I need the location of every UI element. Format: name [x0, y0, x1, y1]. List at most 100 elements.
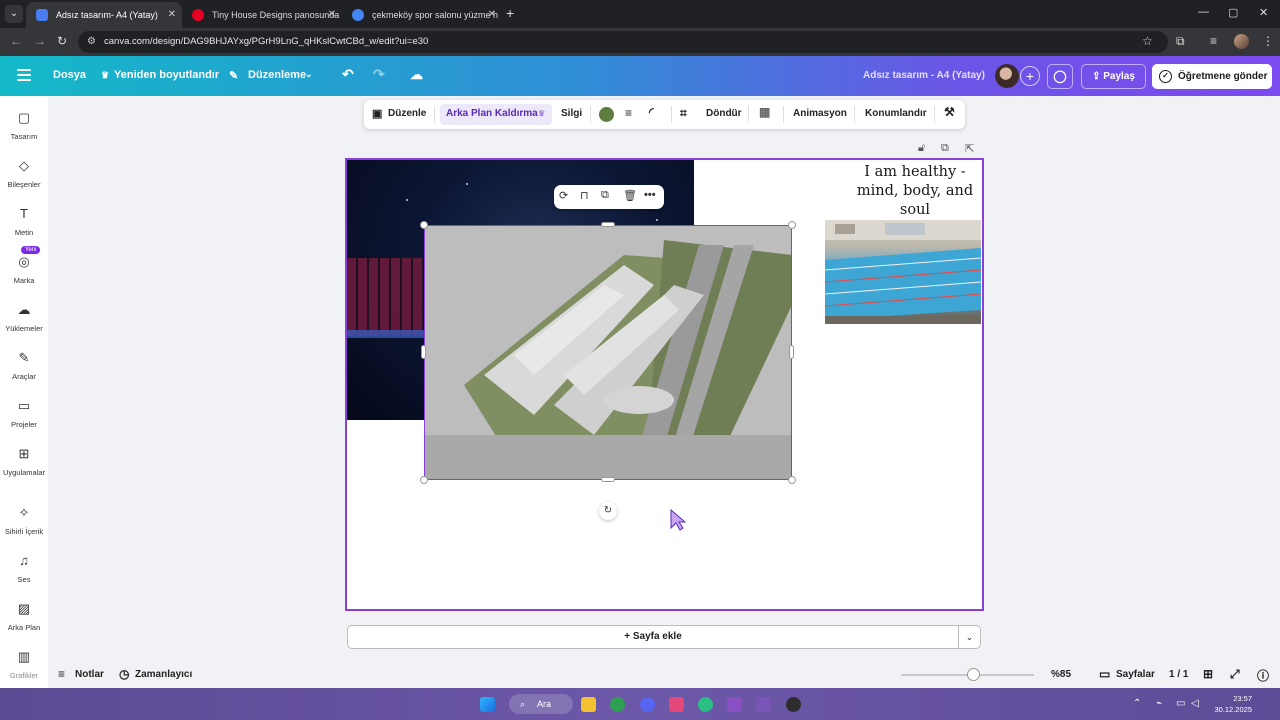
corner-rounding-icon[interactable]: ◜	[649, 105, 654, 119]
app-icon[interactable]	[786, 697, 801, 712]
sidebar-item-pen[interactable]: ✎ Araçlar	[0, 350, 48, 381]
timer-icon[interactable]: ◷	[119, 667, 129, 681]
zoom-percentage[interactable]: %85	[1051, 669, 1071, 680]
maximize-button[interactable]: ▢	[1228, 6, 1238, 19]
sidebar-item-text[interactable]: T Metin	[0, 206, 48, 237]
animate-button[interactable]: Animasyon	[793, 108, 847, 119]
lock-page-icon[interactable]: 🔓︎	[918, 142, 925, 155]
system-clock[interactable]: 23:57 30.12.2025	[1208, 693, 1252, 715]
pages-button[interactable]: Sayfalar	[1116, 669, 1155, 680]
add-page-button[interactable]: + Sayfa ekle	[347, 625, 959, 649]
grid-view-icon[interactable]: ⊞	[1203, 667, 1213, 681]
resize-handle-bottom-left[interactable]	[420, 476, 428, 484]
taskbar-search[interactable]: ⌕ Ara	[509, 694, 573, 714]
more-options-icon[interactable]: •••	[644, 189, 656, 201]
sidebar-item-charts[interactable]: ▥ Grafikler	[0, 649, 48, 680]
resize-handle-top-left[interactable]	[420, 221, 428, 229]
add-page-dropdown-icon[interactable]: ⌄	[958, 625, 981, 649]
resize-handle-bottom-right[interactable]	[788, 476, 796, 484]
app-icon[interactable]	[698, 697, 713, 712]
browser-tab-pinterest[interactable]: Tiny House Designs panosunda ✕	[182, 2, 342, 28]
resize-button[interactable]: Yeniden boyutlandır	[114, 69, 219, 81]
add-page-above-icon[interactable]: ⇱	[965, 142, 974, 155]
app-icon[interactable]	[669, 697, 684, 712]
swimming-pool-image[interactable]	[825, 220, 981, 324]
share-button[interactable]: ⇪ Paylaş	[1081, 64, 1146, 89]
back-arrow-icon[interactable]: ←	[10, 34, 22, 48]
eraser-button[interactable]: Silgi	[561, 108, 582, 119]
pages-icon[interactable]: ▭	[1099, 667, 1110, 681]
close-tab-icon[interactable]: ✕	[328, 2, 336, 28]
display-icon[interactable]: ▭	[1176, 698, 1185, 709]
cloud-saved-icon[interactable]: ☁	[410, 67, 423, 83]
sidebar-item-background[interactable]: ▨ Arka Plan	[0, 601, 48, 632]
new-tab-button[interactable]: +	[506, 5, 514, 21]
sidebar-item-music[interactable]: ♫ Ses	[0, 553, 48, 584]
sidebar-item-magic[interactable]: ✧ Sihirli İçerik	[0, 505, 48, 536]
sidebar-item-apps[interactable]: ⊞ Uygulamalar	[0, 446, 48, 477]
volume-icon[interactable]: ◁	[1191, 698, 1199, 709]
network-icon[interactable]: ⌁	[1156, 698, 1162, 709]
timer-button[interactable]: Zamanlayıcı	[135, 669, 192, 680]
duplicate-icon[interactable]: ⧉	[601, 189, 609, 202]
media-control-icon[interactable]: ≡	[1210, 34, 1217, 48]
edit-image-button[interactable]: Düzenle	[388, 108, 426, 119]
quote-text-box[interactable]: I am healthy - mind, body, and soul	[848, 163, 982, 220]
menu-hamburger-icon[interactable]	[17, 69, 31, 84]
profile-avatar[interactable]	[1234, 34, 1249, 49]
forward-arrow-icon[interactable]: →	[34, 34, 46, 48]
premiere-icon[interactable]	[727, 697, 742, 712]
zoom-slider-knob[interactable]	[967, 668, 980, 681]
discord-icon[interactable]	[640, 697, 655, 712]
chevron-down-icon[interactable]: ⌄	[305, 69, 313, 80]
add-collaborator-button[interactable]: +	[1020, 66, 1040, 86]
notes-button[interactable]: Notlar	[75, 669, 104, 680]
paint-roller-icon[interactable]: ⚒	[944, 105, 955, 119]
user-avatar[interactable]	[995, 64, 1019, 88]
page-counter[interactable]: 1 / 1	[1169, 669, 1188, 680]
file-explorer-icon[interactable]	[581, 697, 596, 712]
notes-icon[interactable]: ≡	[58, 667, 65, 681]
transparency-icon[interactable]: ▦	[759, 105, 770, 119]
comment-icon[interactable]: ◯	[1047, 64, 1073, 89]
resize-handle-top-right[interactable]	[788, 221, 796, 229]
close-tab-icon[interactable]: ✕	[168, 2, 176, 28]
sidebar-item-upload[interactable]: ☁ Yüklemeler	[0, 302, 48, 333]
close-window-button[interactable]: ✕	[1259, 6, 1268, 19]
close-tab-icon[interactable]: ✕	[488, 2, 496, 28]
rotate-handle-icon[interactable]: ↻	[599, 502, 617, 520]
duplicate-page-icon[interactable]: ⧉	[941, 142, 949, 155]
url-field[interactable]: ⚙ canva.com/design/DAG9BHJAYxg/PGrH9LnG_…	[78, 31, 1168, 53]
minimize-button[interactable]: —	[1198, 6, 1209, 18]
site-info-icon[interactable]: ⚙	[87, 31, 96, 53]
bookmark-star-icon[interactable]: ☆	[1142, 34, 1153, 48]
redo-icon[interactable]: ↷	[373, 66, 385, 83]
send-to-teacher-button[interactable]: ✓ Öğretmene gönder	[1152, 64, 1272, 89]
file-menu-button[interactable]: Dosya	[53, 69, 86, 81]
resize-handle-top[interactable]	[601, 222, 615, 227]
sidebar-item-folder[interactable]: ▭ Projeler	[0, 398, 48, 429]
trash-icon[interactable]: 🗑︎	[623, 189, 637, 202]
lock-icon[interactable]: ⊓	[580, 189, 589, 202]
chrome-menu-icon[interactable]: ⋮	[1262, 34, 1274, 48]
browser-tab-canva[interactable]: Adsız tasarım- A4 (Yatay) ✕	[26, 2, 182, 28]
position-button[interactable]: Konumlandır	[865, 108, 927, 119]
chrome-taskbar-icon[interactable]	[610, 697, 625, 712]
background-remove-button[interactable]: Arka Plan Kaldırma	[446, 108, 538, 119]
windows-start-icon[interactable]	[480, 697, 495, 712]
crop-icon[interactable]: ⌗	[680, 106, 687, 121]
browser-tab-google[interactable]: çekmeköy spor salonu yüzme h ✕	[342, 2, 502, 28]
sidebar-item-brand[interactable]: ◎ Marka	[0, 254, 48, 285]
flip-rotate-button[interactable]: Döndür	[706, 108, 742, 119]
sidebar-item-elements[interactable]: ◇ Bileşenler	[0, 158, 48, 189]
fullscreen-icon[interactable]: ⤢	[1230, 667, 1240, 682]
tab-search-button[interactable]: ⌄	[5, 5, 23, 23]
editing-mode-button[interactable]: Düzenleme	[248, 69, 306, 81]
tray-chevron-icon[interactable]: ⌃	[1133, 698, 1141, 709]
help-icon[interactable]: ⓘ	[1257, 667, 1269, 684]
extensions-icon[interactable]: ⧉	[1176, 34, 1185, 49]
border-style-icon[interactable]: ≡	[625, 106, 632, 120]
after-effects-icon[interactable]	[756, 697, 771, 712]
sidebar-item-layout[interactable]: ▢ Tasarım	[0, 110, 48, 141]
document-title[interactable]: Adsız tasarım - A4 (Yatay)	[863, 70, 985, 81]
